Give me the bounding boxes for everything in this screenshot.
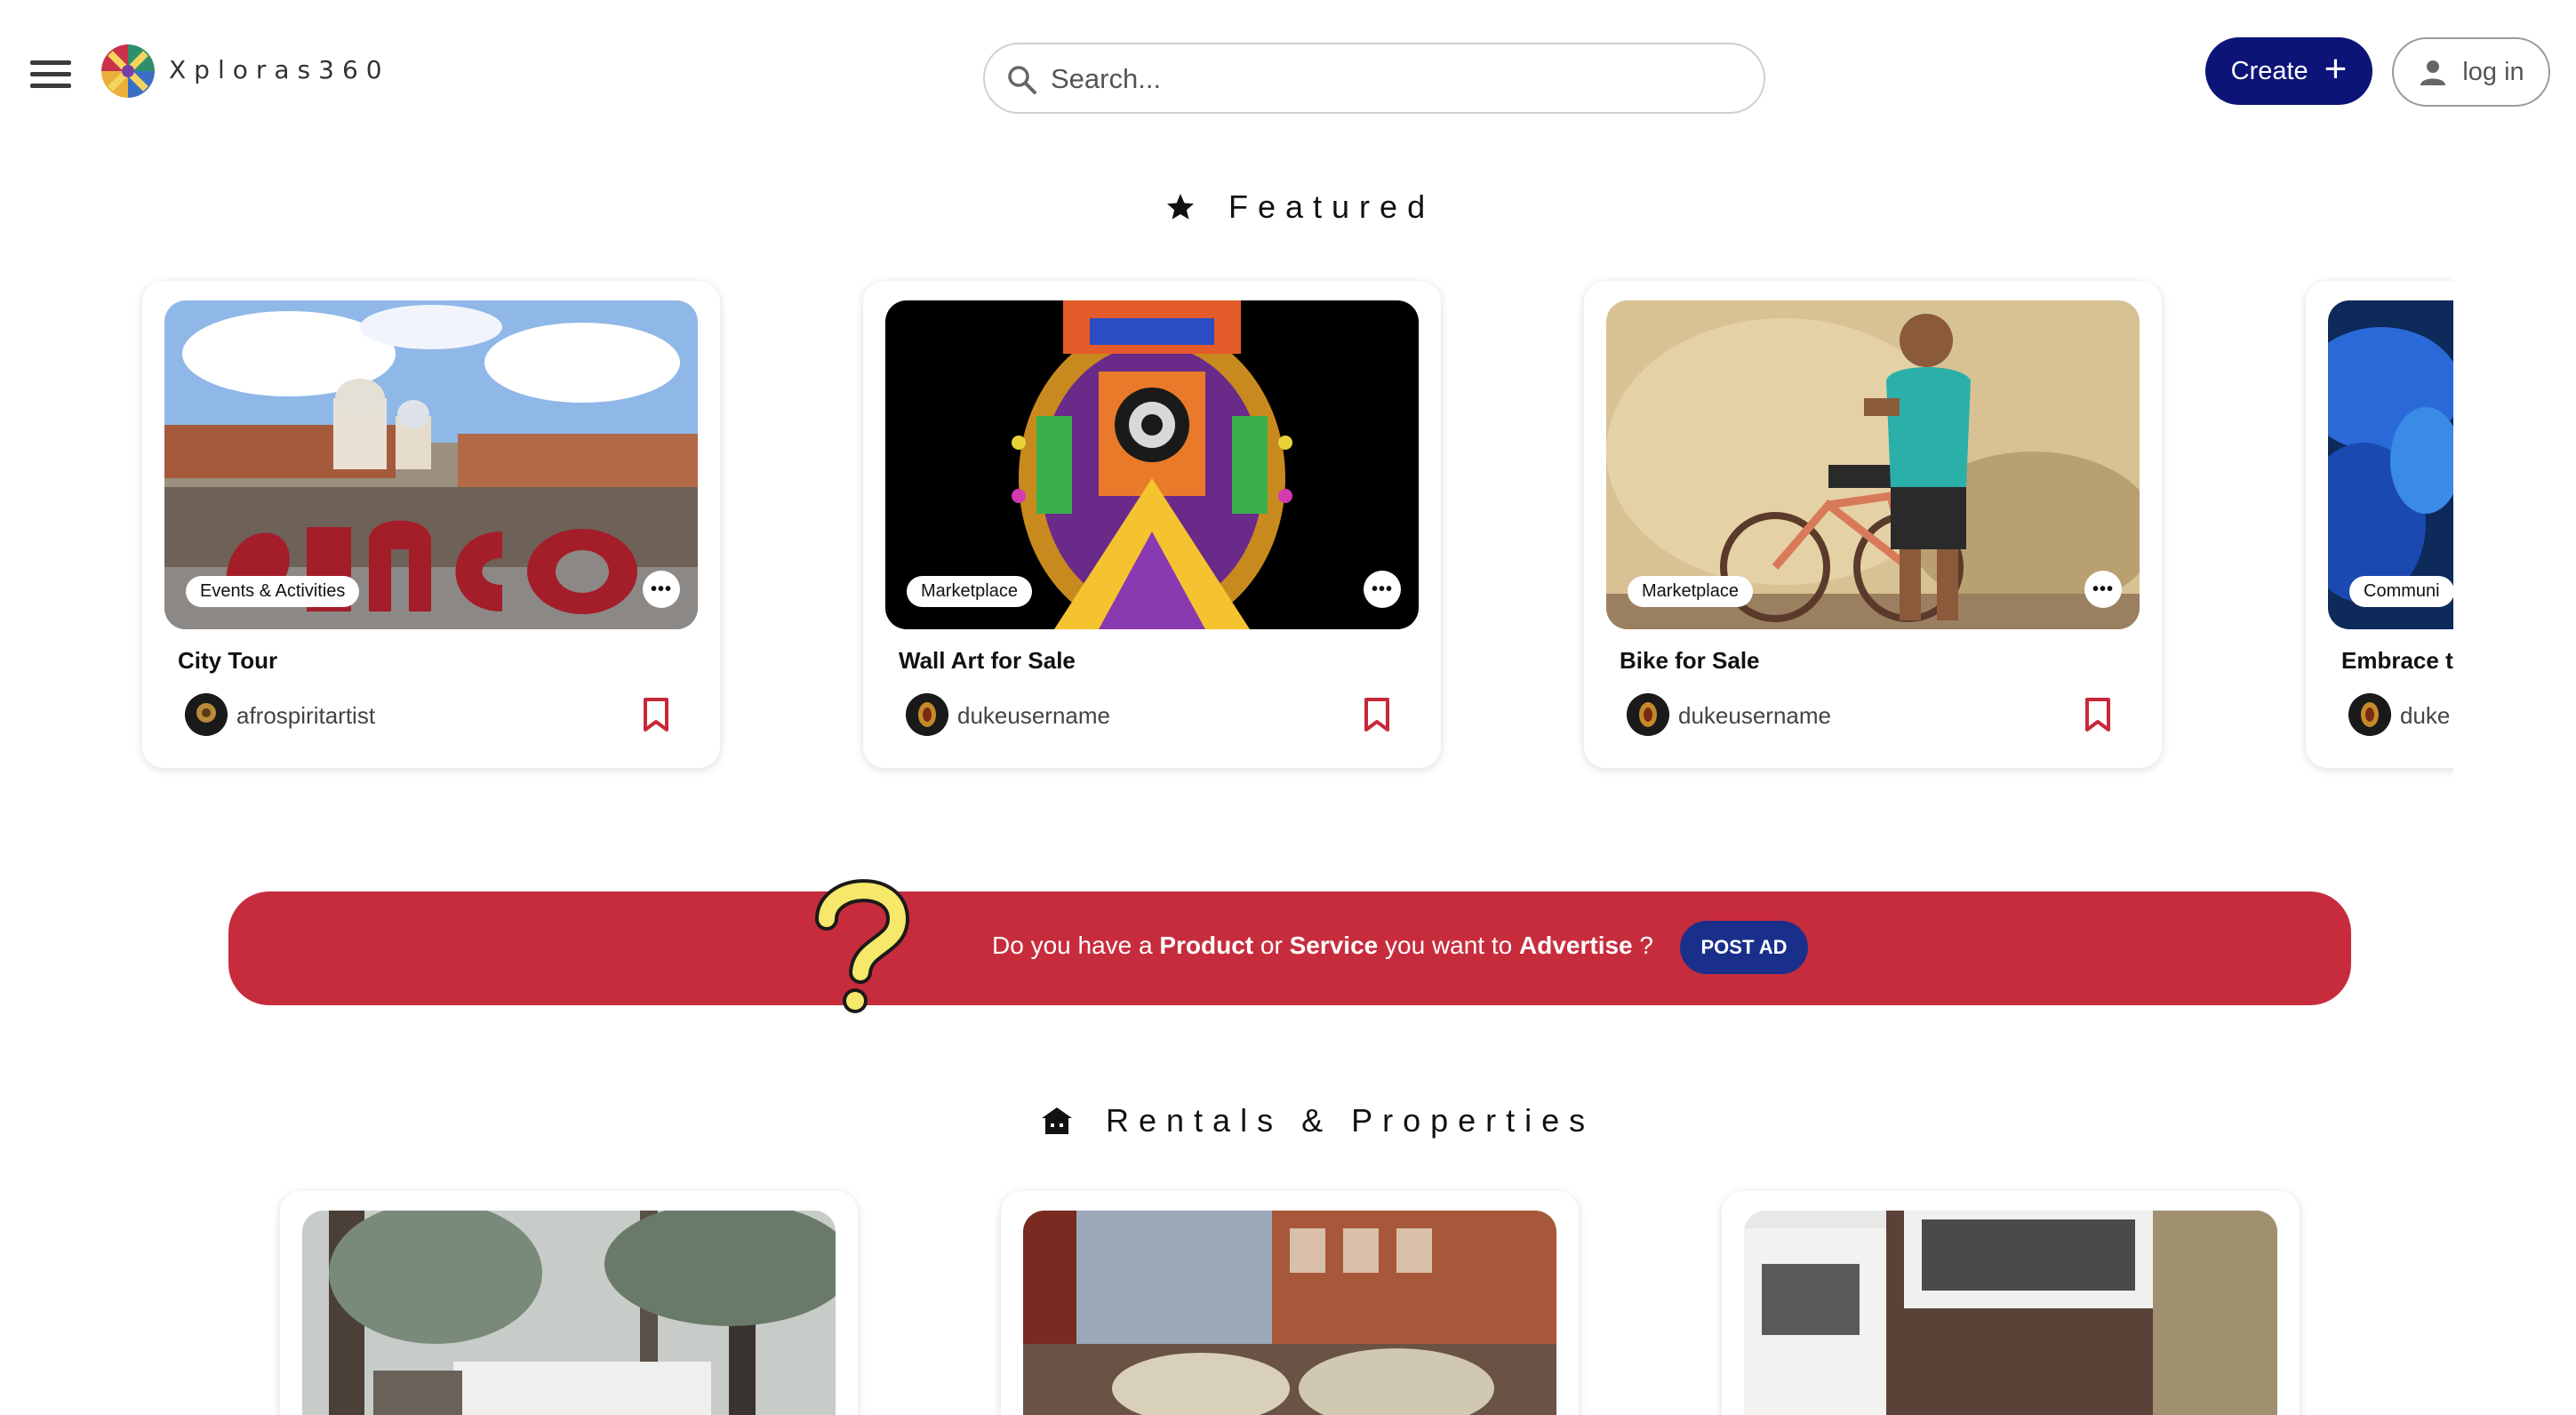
featured-carousel: Events & Activities ••• City Tour afrosp…: [0, 267, 2453, 782]
more-icon[interactable]: •••: [2084, 571, 2122, 608]
card-title[interactable]: City Tour: [178, 647, 277, 675]
avatar[interactable]: [1627, 693, 1669, 736]
house-icon: [1042, 1107, 1072, 1134]
card-image[interactable]: [302, 1211, 836, 1415]
card-image[interactable]: Marketplace •••: [1606, 300, 2140, 629]
avatar[interactable]: [906, 693, 948, 736]
login-button[interactable]: log in: [2392, 37, 2550, 107]
card-image[interactable]: Marketplace •••: [885, 300, 1419, 629]
top-header: Xploras360 Create + log in: [0, 0, 2576, 151]
card-title[interactable]: Bike for Sale: [1620, 647, 1760, 675]
brand-name[interactable]: Xploras360: [169, 55, 390, 84]
rental-card[interactable]: [1722, 1191, 2300, 1415]
card-username[interactable]: afrospiritartist: [236, 702, 375, 730]
category-badge[interactable]: Communi: [2349, 576, 2453, 607]
bookmark-icon[interactable]: [2084, 697, 2112, 732]
rentals-title: Rentals & Properties: [1106, 1102, 1596, 1139]
post-ad-button[interactable]: POST AD: [1680, 921, 1808, 974]
rental-card[interactable]: [1001, 1191, 1579, 1415]
card-image[interactable]: Events & Activities •••: [164, 300, 698, 629]
search-icon: [1008, 66, 1036, 94]
login-button-label: log in: [2462, 57, 2524, 86]
category-badge[interactable]: Marketplace: [907, 576, 1032, 607]
featured-card-city-tour[interactable]: Events & Activities ••• City Tour afrosp…: [142, 281, 720, 768]
plus-icon: +: [2324, 47, 2348, 91]
card-username[interactable]: dukeusername: [1678, 702, 1831, 730]
card-title[interactable]: Embrace t: [2341, 647, 2453, 675]
search-bar[interactable]: [983, 43, 1765, 114]
user-icon: [2420, 60, 2446, 85]
brand-logo-icon[interactable]: [101, 44, 155, 98]
featured-title: Featured: [1228, 188, 1436, 225]
bookmark-icon[interactable]: [1363, 697, 1391, 732]
bookmark-icon[interactable]: [642, 697, 670, 732]
question-mark-icon: [815, 879, 910, 1013]
menu-icon[interactable]: [30, 60, 71, 91]
featured-card-wall-art[interactable]: Marketplace ••• Wall Art for Sale dukeus…: [863, 281, 1441, 768]
card-username[interactable]: duke: [2400, 702, 2450, 730]
create-button-label: Create: [2230, 56, 2308, 85]
featured-card-bike[interactable]: Marketplace ••• Bike for Sale dukeuserna…: [1584, 281, 2162, 768]
card-image[interactable]: [1744, 1211, 2277, 1415]
category-badge[interactable]: Marketplace: [1628, 576, 1753, 607]
more-icon[interactable]: •••: [1364, 571, 1401, 608]
star-icon: [1167, 194, 1194, 220]
card-image[interactable]: [1023, 1211, 1556, 1415]
card-image[interactable]: Communi: [2328, 300, 2453, 629]
rentals-heading: Rentals & Properties: [1040, 1102, 1595, 1139]
featured-heading: Featured: [1164, 188, 1435, 226]
search-input[interactable]: [1051, 57, 1744, 101]
card-title[interactable]: Wall Art for Sale: [899, 647, 1076, 675]
category-badge[interactable]: Events & Activities: [186, 576, 360, 607]
more-icon[interactable]: •••: [643, 571, 680, 608]
rental-card[interactable]: [280, 1191, 858, 1415]
advertise-message: Do you have a Product or Service you wan…: [992, 931, 1653, 959]
avatar[interactable]: [185, 693, 228, 736]
card-username[interactable]: dukeusername: [957, 702, 1110, 730]
create-button[interactable]: Create +: [2205, 37, 2372, 105]
featured-card-embrace[interactable]: Communi Embrace t duke: [2306, 281, 2453, 768]
avatar[interactable]: [2348, 693, 2391, 736]
